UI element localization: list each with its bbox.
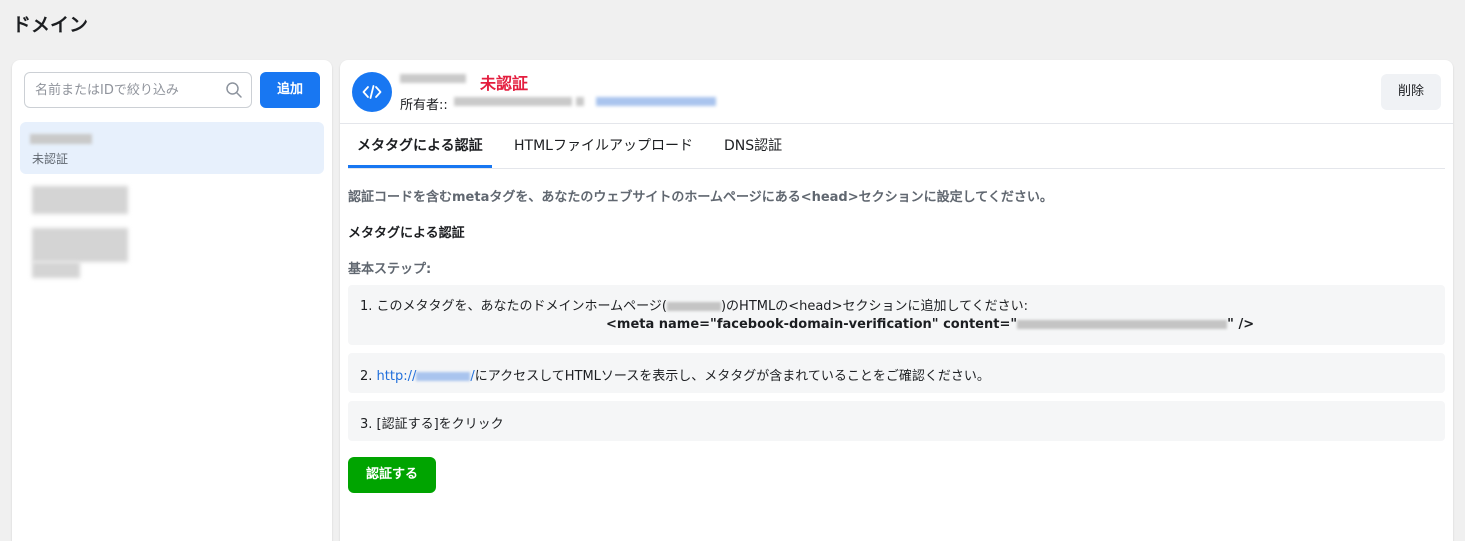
step-1: 1. このメタタグを、あなたのドメインホームページ( )のHTMLの<head>セ… xyxy=(348,285,1445,345)
domain-item-status: 未認証 xyxy=(32,152,69,166)
steps-heading: 基本ステップ: xyxy=(348,262,432,277)
search-input[interactable] xyxy=(35,73,220,107)
domain-link[interactable]: http:/// xyxy=(377,369,475,384)
step-1-text: 1. このメタタグを、あなたのドメインホームページ( )のHTMLの<head>セ… xyxy=(360,295,1028,314)
redacted-domain-name xyxy=(30,134,92,144)
delete-button[interactable]: 削除 xyxy=(1381,74,1441,110)
redacted-owner-link[interactable] xyxy=(596,97,716,106)
step-1-suffix: )のHTMLの<head>セクションに追加してください: xyxy=(720,299,1029,314)
domain-detail-panel: 未認証 所有者:: 削除 メタタグによる認証 HTMLファイルアップロード DN… xyxy=(340,60,1453,541)
step-2: 2. http:///にアクセスしてHTMLソースを表示し、メタタグが含まれてい… xyxy=(348,353,1445,393)
owner-label: 所有者:: xyxy=(400,98,448,113)
tab-dns[interactable]: DNS認証 xyxy=(715,124,791,168)
step-1-prefix: 1. このメタタグを、あなたのドメインホームページ( xyxy=(360,299,667,314)
redacted-domain-block xyxy=(32,186,128,214)
search-box[interactable] xyxy=(24,72,252,108)
verification-status: 未認証 xyxy=(480,74,529,93)
page-title: ドメイン xyxy=(12,14,89,36)
domain-list-panel: 追加 未認証 xyxy=(12,60,332,541)
verify-button[interactable]: 認証する xyxy=(348,457,436,493)
meta-tag-prefix: <meta name="facebook-domain-verification… xyxy=(606,317,1018,332)
redacted-owner-name xyxy=(454,97,572,106)
redacted-verification-code xyxy=(1017,320,1228,329)
code-icon xyxy=(352,72,392,112)
tab-html-file-upload[interactable]: HTMLファイルアップロード xyxy=(505,124,702,168)
redacted-domain xyxy=(416,372,471,381)
section-heading: メタタグによる認証 xyxy=(348,226,465,241)
step-3-text: 3. [認証する]をクリック xyxy=(360,417,504,432)
step-3: 3. [認証する]をクリック xyxy=(348,401,1445,441)
add-domain-button[interactable]: 追加 xyxy=(260,72,320,108)
tab-meta-tag[interactable]: メタタグによる認証 xyxy=(348,124,492,168)
redacted-domain-name xyxy=(400,74,466,83)
meta-tag-suffix: " /> xyxy=(1227,317,1255,332)
domain-list-item-selected[interactable]: 未認証 xyxy=(20,122,324,174)
redacted-domain xyxy=(666,302,721,311)
step-2-suffix: にアクセスしてHTMLソースを表示し、メタタグが含まれていることをご確認ください… xyxy=(474,369,990,384)
search-icon[interactable] xyxy=(225,81,243,99)
meta-tag-code[interactable]: <meta name="facebook-domain-verification… xyxy=(606,317,1254,332)
intro-text: 認証コードを含むmetaタグを、あなたのウェブサイトのホームページにある<hea… xyxy=(348,190,1053,205)
step-2-text: 2. http:///にアクセスしてHTMLソースを表示し、メタタグが含まれてい… xyxy=(360,365,990,384)
domain-link-prefix: http:// xyxy=(376,369,417,384)
step-2-prefix: 2. xyxy=(360,369,377,384)
redacted-domain-block xyxy=(32,262,80,278)
domain-header: 未認証 所有者:: 削除 xyxy=(340,60,1453,124)
redacted-domain-block xyxy=(32,228,128,262)
redacted-owner-id xyxy=(576,97,584,106)
verification-tabs: メタタグによる認証 HTMLファイルアップロード DNS認証 xyxy=(348,124,1445,169)
domain-list-item[interactable] xyxy=(24,184,134,280)
